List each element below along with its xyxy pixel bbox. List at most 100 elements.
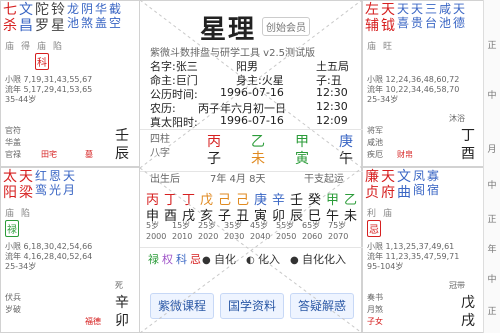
- star-tai: 台: [425, 16, 438, 30]
- star-fu: 辅: [365, 18, 379, 34]
- star-xing: 星: [51, 18, 65, 34]
- gz-mr2: 戌: [461, 313, 475, 329]
- legend-mode1: 自化: [214, 253, 236, 266]
- year-7: 2060: [302, 232, 323, 241]
- star-luo: 罗: [35, 18, 49, 34]
- legend-dot2: ◐: [246, 255, 255, 266]
- star-lian: 廉: [365, 169, 379, 185]
- resources-button[interactable]: 国学资料: [220, 293, 284, 319]
- star-tian2: 天: [397, 2, 410, 16]
- flag-ke: 科: [35, 53, 49, 70]
- year-5: 2040: [250, 232, 271, 241]
- ganzhi-start: 干支起运: [304, 174, 344, 185]
- star-zhen: 贞: [365, 185, 379, 201]
- age-2: 15岁: [172, 221, 191, 230]
- chusheng: 出生后: [150, 174, 180, 185]
- star-de: 德: [453, 16, 466, 30]
- star-long: 龙: [67, 2, 80, 16]
- palace-mid-left[interactable]: 太 阳 天 梁 红 鸾 恩 光 天 月 庙 陷 禄 小限 6,18,30,42,…: [0, 167, 140, 333]
- tr-bottom3: 疾厄: [367, 150, 383, 159]
- legend-ji: 忌: [190, 253, 201, 266]
- sizhu-b3: 寅: [295, 151, 309, 167]
- qa-button[interactable]: 答疑解惑: [290, 293, 354, 319]
- tag3: 庙: [37, 42, 47, 52]
- star-sha: 杀: [3, 18, 17, 34]
- palace-mid-right[interactable]: 廉 贞 天 府 文 曲 凤 阁 寡 宿 利 庙 忌 小限 1,13,25,37,…: [362, 167, 484, 333]
- kv-mr1: 小限 1,13,25,37,49,61: [367, 242, 455, 251]
- mr-bottom2: 月煞: [367, 305, 383, 314]
- gz-tr1: 丁: [461, 128, 475, 144]
- zhentai-val: 1996-07-16: [220, 114, 284, 127]
- legend-quan: 权: [162, 253, 173, 266]
- year-1: 2000: [146, 232, 167, 241]
- star-liang: 梁: [19, 185, 33, 201]
- tag-ml2: 陷: [21, 209, 31, 219]
- mr-bottom3: 子女: [367, 317, 383, 326]
- mr-bottom1: 奏书: [367, 293, 383, 302]
- side-label-2: 中: [487, 91, 497, 101]
- tag4: 陷: [53, 42, 63, 52]
- star-tian5: 天: [63, 169, 76, 183]
- kv-ml3: 25-34岁: [5, 262, 37, 271]
- time1: 12:30: [316, 86, 348, 99]
- star-luan: 鸾: [35, 183, 48, 197]
- palace-top-right[interactable]: 左 辅 天 钺 天 喜 天 贵 三 台 咸 池 天 德 庙 旺 小限 12,24…: [362, 0, 484, 167]
- tr-bottom1: 将军: [367, 126, 383, 135]
- star-tian6: 天: [381, 169, 395, 185]
- kv-tr2: 流年 10,22,34,46,58,70: [367, 85, 460, 94]
- kv-mr2: 流年 11,23,35,47,59,71: [367, 252, 460, 261]
- ml-bottom1: 伏兵: [5, 293, 21, 302]
- side-label-1: 正: [487, 41, 497, 51]
- star-xi: 喜: [397, 16, 410, 30]
- badge[interactable]: 创始会员: [262, 17, 310, 36]
- sizhu-label: 四柱: [150, 134, 170, 145]
- star-jie: 截: [109, 2, 122, 16]
- age-7: 65岁: [302, 221, 321, 230]
- gz2: 辰: [115, 146, 129, 162]
- tag1: 庙: [5, 42, 15, 52]
- mr-bottom4: 冠带: [449, 281, 465, 290]
- bottom3: 官禄: [5, 150, 21, 159]
- tr-bottom5: 沐浴: [449, 114, 465, 123]
- star-ling: 铃: [51, 2, 65, 18]
- tr-bottom4: 财帛: [397, 150, 413, 159]
- side-label-strip: 正 中 月 中 正 年 中 正: [483, 0, 500, 333]
- divider1: [140, 129, 363, 130]
- legend-ke: 科: [176, 253, 187, 266]
- sizhu-b2: 未: [251, 151, 265, 167]
- year-8: 2070: [328, 232, 349, 241]
- legend-lu: 禄: [148, 253, 159, 266]
- star-en: 恩: [49, 169, 62, 183]
- palace-top-left[interactable]: 七 杀 文 昌 陀 罗 铃 星 龙 池 阴 煞 华 盖 截 空 庙 得 庙 陷 …: [0, 0, 140, 167]
- star-tai: 太: [3, 169, 17, 185]
- star-tian3: 天: [411, 2, 424, 16]
- course-button[interactable]: 紫微课程: [150, 293, 214, 319]
- kv-mr3: 95-104岁: [367, 262, 404, 271]
- star-tian1: 天: [381, 2, 395, 18]
- side-label-3: 月: [487, 145, 497, 155]
- bazi-label: 八字: [150, 148, 170, 159]
- side-label-5: 正: [487, 215, 497, 225]
- side-label-7: 中: [487, 275, 497, 285]
- star-hong: 红: [35, 169, 48, 183]
- bottom1: 官符: [5, 126, 21, 135]
- ml-bottom5: 死: [115, 281, 123, 290]
- star-fu2: 府: [381, 185, 395, 201]
- star-san: 三: [425, 2, 438, 16]
- star-tian4: 天: [453, 2, 466, 16]
- chart-grid: 七 杀 文 昌 陀 罗 铃 星 龙 池 阴 煞 华 盖 截 空 庙 得 庙 陷 …: [0, 0, 500, 333]
- star-yang: 阳: [3, 185, 17, 201]
- star-gai: 盖: [95, 16, 108, 30]
- star-gui: 贵: [411, 16, 424, 30]
- star-yin: 阴: [81, 2, 94, 16]
- age-8: 75岁: [328, 221, 347, 230]
- age-4: 35岁: [224, 221, 243, 230]
- age-1: 5岁: [146, 221, 160, 230]
- kv-tr3: 25-34岁: [367, 95, 399, 104]
- gz-mr1: 戊: [461, 295, 475, 311]
- legend-dot3: ●: [290, 255, 299, 266]
- bottom2: 华盖: [5, 138, 21, 147]
- legend-dot1: ●: [202, 255, 211, 266]
- star-yue: 月: [63, 183, 76, 197]
- star-kong: 空: [109, 16, 122, 30]
